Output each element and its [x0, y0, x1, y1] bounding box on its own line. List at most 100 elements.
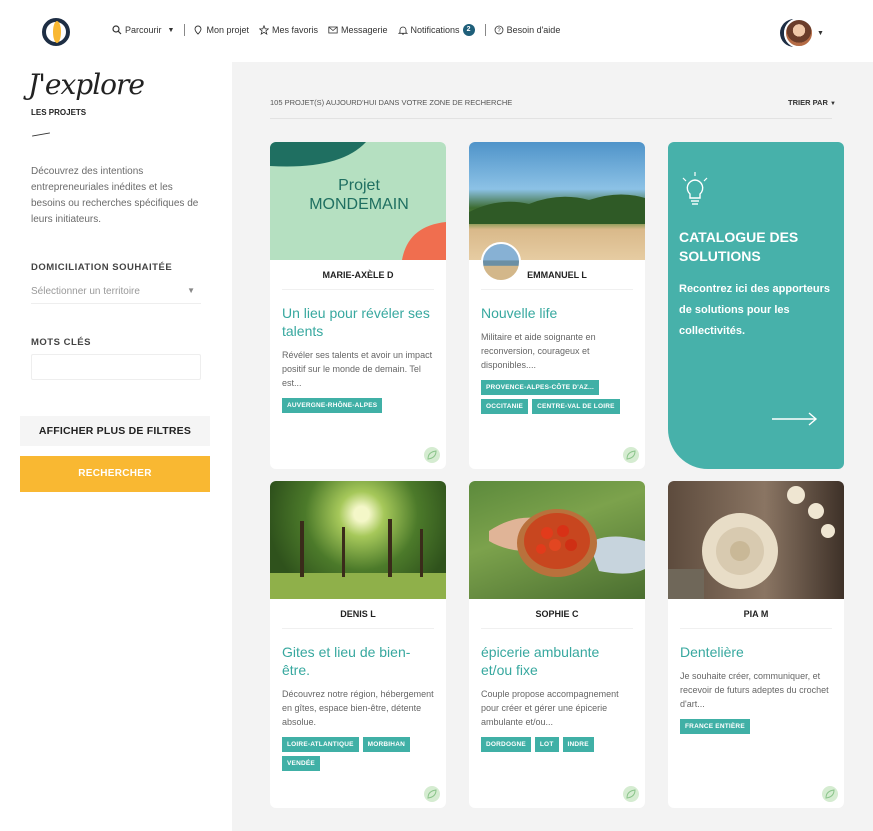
- brand-divider: [32, 132, 50, 137]
- nav-help-label: Besoin d'aide: [506, 25, 561, 35]
- leaf-icon: [424, 447, 440, 463]
- region-tag[interactable]: FRANCE ENTIÈRE: [680, 719, 750, 734]
- region-tag[interactable]: INDRE: [562, 737, 594, 752]
- filter-sidebar: J'explore LES PROJETS Découvrez des inte…: [0, 62, 232, 831]
- project-card[interactable]: EMMANUEL L Nouvelle life Militaire et ai…: [469, 142, 645, 469]
- region-tags: DORDOGNE LOT INDRE: [481, 737, 633, 752]
- region-tag[interactable]: CENTRE-VAL DE LOIRE: [532, 399, 620, 414]
- forest-sunlight-image: [270, 481, 446, 599]
- catalog-text: Recontrez ici des apporteurs de solution…: [679, 283, 830, 337]
- region-tag[interactable]: OCCITANIE: [481, 399, 529, 414]
- catalog-title: CATALOGUE DES SOLUTIONS: [679, 229, 799, 264]
- leaf-icon: [623, 447, 639, 463]
- sort-dropdown[interactable]: TRIER PAR ▼: [788, 98, 836, 107]
- author-name: MARIE-AXÈLE D: [282, 260, 434, 290]
- nav-divider: [184, 24, 186, 36]
- project-title[interactable]: Un lieu pour révéler ses talents: [282, 304, 434, 340]
- region-tags: AUVERGNE-RHÔNE-ALPES: [282, 398, 434, 413]
- author-name: SOPHIE C: [481, 599, 633, 629]
- mail-icon: [328, 26, 338, 34]
- nav-my-project[interactable]: Mon projet: [193, 25, 249, 35]
- region-tag[interactable]: LOIRE-ATLANTIQUE: [282, 737, 359, 752]
- region-tags: PROVENCE-ALPES-CÔTE D'AZ... OCCITANIE CE…: [481, 380, 633, 414]
- leaf-icon: [623, 786, 639, 802]
- chevron-down-icon: ▼: [817, 29, 824, 37]
- project-card[interactable]: Projet MONDEMAIN MARIE-AXÈLE D Un lieu p…: [270, 142, 446, 469]
- top-navigation: Parcourir ▼ Mon projet Mes favoris Messa…: [0, 0, 873, 62]
- project-description: Je souhaite créer, communiquer, et recev…: [680, 671, 829, 709]
- project-description: Militaire et aide soignante en reconvers…: [481, 332, 596, 370]
- nav-favorites-label: Mes favoris: [271, 25, 318, 35]
- keywords-filter-label: MOTS CLÉS: [31, 337, 91, 348]
- avatar: [784, 18, 814, 48]
- crochet-lace-image: [668, 481, 844, 599]
- star-icon: [258, 25, 269, 35]
- region-tag[interactable]: AUVERGNE-RHÔNE-ALPES: [282, 398, 383, 413]
- project-title[interactable]: épicerie ambulante et/ou fixe: [481, 643, 633, 679]
- tomatoes-bowl-image: [469, 481, 645, 599]
- image-title: Projet MONDEMAIN: [309, 177, 409, 213]
- keywords-input[interactable]: [31, 354, 201, 380]
- region-tags: FRANCE ENTIÈRE: [680, 719, 832, 734]
- location-select-placeholder: Sélectionner un territoire: [31, 286, 140, 297]
- region-tag[interactable]: VENDÉE: [282, 756, 320, 771]
- project-title[interactable]: Dentelière: [680, 643, 832, 661]
- nav-divider: [484, 24, 486, 36]
- nav-messages[interactable]: Messagerie: [328, 25, 388, 35]
- region-tag[interactable]: DORDOGNE: [481, 737, 531, 752]
- divider: [270, 118, 832, 119]
- pin-icon: [195, 25, 202, 35]
- author-avatar: [481, 242, 521, 282]
- notification-badge: 2: [462, 24, 475, 36]
- logo[interactable]: [40, 16, 72, 48]
- chevron-down-icon: ▼: [829, 101, 836, 107]
- sort-label: TRIER PAR: [788, 98, 828, 107]
- author-name: EMMANUEL L: [527, 270, 587, 280]
- project-description: Révéler ses talents et avoir un impact p…: [282, 350, 433, 388]
- project-title[interactable]: Nouvelle life: [481, 304, 633, 322]
- leaf-icon: [424, 786, 440, 802]
- solutions-catalog-card[interactable]: CATALOGUE DES SOLUTIONS Recontrez ici de…: [668, 142, 844, 469]
- lightbulb-icon: [682, 172, 708, 205]
- nav-my-project-label: Mon projet: [206, 25, 249, 35]
- location-select[interactable]: Sélectionner un territoire ▼: [31, 282, 201, 304]
- page-brand-title: J'explore: [28, 68, 145, 101]
- nav-notifications-label: Notifications: [410, 25, 460, 35]
- search-icon: [112, 25, 122, 35]
- help-icon: ?: [494, 25, 503, 35]
- project-card[interactable]: DENIS L Gites et lieu de bien-être. Déco…: [270, 481, 446, 808]
- nav-messages-label: Messagerie: [341, 25, 388, 35]
- region-tag[interactable]: LOT: [534, 737, 559, 752]
- location-filter-label: DOMICILIATION SOUHAITÉE: [31, 262, 173, 273]
- page-brand-subtitle: LES PROJETS: [31, 108, 87, 117]
- nav-favorites[interactable]: Mes favoris: [258, 25, 318, 35]
- project-card[interactable]: PIA M Dentelière Je souhaite créer, comm…: [668, 481, 844, 808]
- nav-notifications[interactable]: Notifications 2: [397, 24, 475, 36]
- user-menu[interactable]: ▼: [784, 18, 824, 48]
- nav-browse-label: Parcourir: [125, 25, 162, 35]
- results-area: 105 PROJET(S) AUJOURD'HUI DANS VOTRE ZON…: [232, 62, 873, 831]
- author-name: DENIS L: [282, 599, 434, 629]
- more-filters-button[interactable]: AFFICHER PLUS DE FILTRES: [20, 416, 210, 446]
- leaf-icon: [822, 786, 838, 802]
- region-tags: LOIRE-ATLANTIQUE MORBIHAN VENDÉE: [282, 737, 434, 771]
- nav-help[interactable]: ? Besoin d'aide: [494, 25, 561, 35]
- project-description: Découvrez notre région, hébergement en g…: [282, 689, 434, 727]
- projet-mondemain-image: Projet MONDEMAIN: [270, 142, 446, 260]
- region-tag[interactable]: MORBIHAN: [362, 737, 410, 752]
- project-title[interactable]: Gites et lieu de bien-être.: [282, 643, 434, 679]
- author-name: PIA M: [680, 599, 832, 629]
- intro-text: Découvrez des intentions entrepreneurial…: [31, 166, 199, 225]
- chevron-down-icon: ▼: [187, 286, 195, 295]
- results-count: 105 PROJET(S) AUJOURD'HUI DANS VOTRE ZON…: [270, 98, 513, 107]
- bell-icon: [397, 26, 408, 35]
- nav-browse[interactable]: Parcourir ▼: [112, 25, 174, 35]
- project-description: Couple propose accompagnement pour créer…: [481, 689, 619, 727]
- author-name-row: EMMANUEL L: [481, 242, 633, 290]
- search-button[interactable]: RECHERCHER: [20, 456, 210, 492]
- arrow-right-icon[interactable]: [772, 412, 818, 426]
- project-card[interactable]: SOPHIE C épicerie ambulante et/ou fixe C…: [469, 481, 645, 808]
- main-nav: Parcourir ▼ Mon projet Mes favoris Messa…: [112, 24, 570, 36]
- region-tag[interactable]: PROVENCE-ALPES-CÔTE D'AZ...: [481, 380, 600, 395]
- chevron-down-icon: ▼: [167, 26, 175, 34]
